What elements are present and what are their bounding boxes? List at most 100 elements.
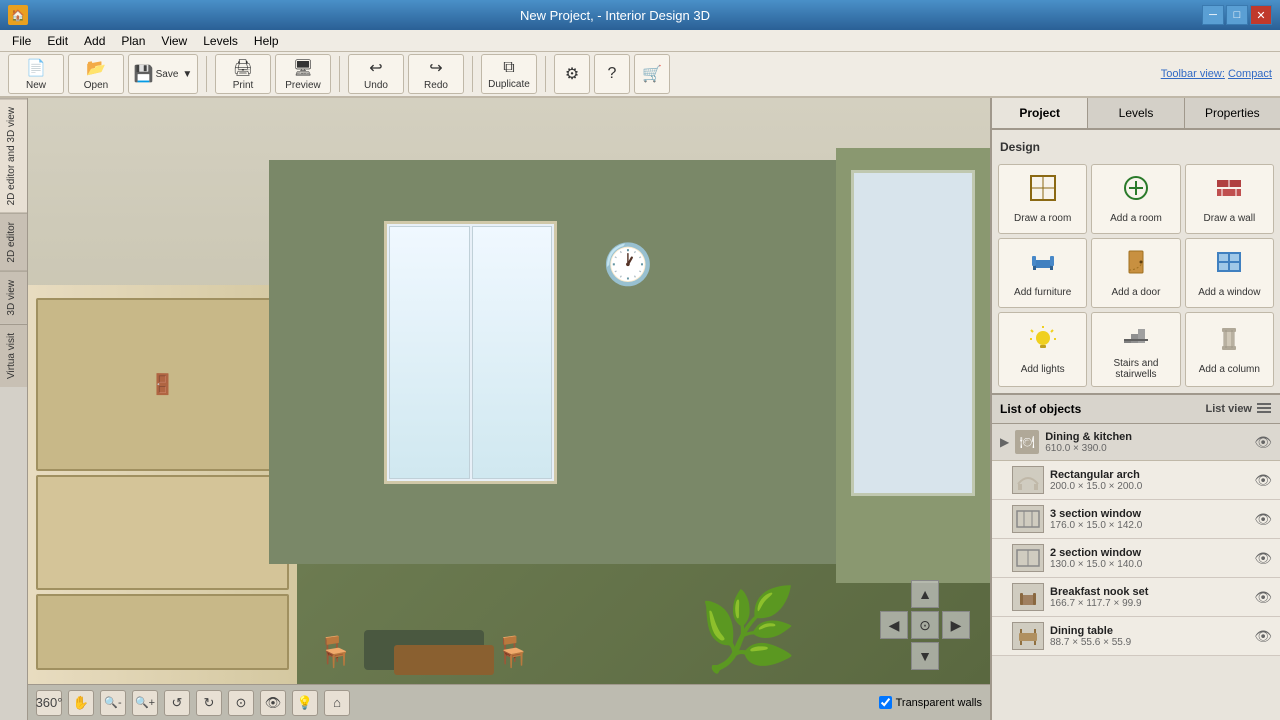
preview-button[interactable]: 🖥 Preview (275, 54, 331, 94)
print-icon: 🖨 (233, 58, 253, 78)
visibility-toggle-2window[interactable]: 👁 (1254, 550, 1272, 567)
list-item-breakfast-nook[interactable]: Breakfast nook set 166.7 × 117.7 × 99.9 … (992, 578, 1280, 617)
add-lights-button[interactable]: Add lights (998, 312, 1087, 387)
transparent-walls-checkbox[interactable] (879, 696, 892, 709)
tab-levels[interactable]: Levels (1088, 98, 1184, 128)
pan-button[interactable]: ✋ (68, 690, 94, 716)
visibility-toggle-3window[interactable]: 👁 (1254, 511, 1272, 528)
category-dining-kitchen[interactable]: ▶ 🍽 Dining & kitchen 610.0 × 390.0 👁 (992, 424, 1280, 461)
add-column-button[interactable]: Add a column (1185, 312, 1274, 387)
tab-project[interactable]: Project (992, 98, 1088, 128)
menu-view[interactable]: View (153, 32, 195, 50)
visibility-toggle-dining[interactable]: 👁 (1254, 434, 1272, 451)
item-thumbnail-3window (1012, 505, 1044, 533)
tab-virtual[interactable]: Virtua visit (0, 324, 27, 387)
store-button[interactable]: 🛒 (634, 54, 670, 94)
orbit-button[interactable]: ↺ (164, 690, 190, 716)
add-lights-icon (1029, 325, 1057, 360)
close-button[interactable]: ✕ (1250, 5, 1272, 25)
menu-levels[interactable]: Levels (195, 32, 246, 50)
tab-2d3d[interactable]: 2D editor and 3D view (0, 98, 27, 213)
maximize-button[interactable]: □ (1226, 5, 1248, 25)
item-thumbnail-2window (1012, 544, 1044, 572)
visibility-toggle-arch[interactable]: 👁 (1254, 472, 1272, 489)
save-button[interactable]: 💾 Save ▼ (128, 54, 198, 94)
open-button[interactable]: 📂 Open (68, 54, 124, 94)
list-view-button[interactable]: List view (1206, 401, 1272, 417)
nav-left-button[interactable]: ◀ (880, 611, 908, 639)
coffee-table (394, 645, 494, 675)
list-item-rectangular-arch[interactable]: Rectangular arch 200.0 × 15.0 × 200.0 👁 (992, 461, 1280, 500)
menu-edit[interactable]: Edit (39, 32, 76, 50)
gear-icon: ⚙ (565, 64, 579, 84)
design-title: Design (998, 136, 1274, 158)
counter (36, 475, 289, 590)
undo-button[interactable]: ↩ Undo (348, 54, 404, 94)
navigation-controls: ▲ ◀ ⊙ ▶ ▼ (880, 580, 970, 670)
item-thumbnail-arch (1012, 466, 1044, 494)
redo-icon: ↪ (429, 58, 442, 78)
section-button[interactable]: ⊙ (228, 690, 254, 716)
add-door-button[interactable]: Add a door (1091, 238, 1180, 308)
tab-properties[interactable]: Properties (1185, 98, 1280, 128)
add-window-button[interactable]: Add a window (1185, 238, 1274, 308)
minimize-button[interactable]: ─ (1202, 5, 1224, 25)
nav-down-button[interactable]: ▼ (911, 642, 939, 670)
menu-file[interactable]: File (4, 32, 39, 50)
list-view-icon (1256, 401, 1272, 417)
nav-up-button[interactable]: ▲ (911, 580, 939, 608)
list-item-2-section-window[interactable]: 2 section window 130.0 × 15.0 × 140.0 👁 (992, 539, 1280, 578)
zoom-out-button[interactable]: 🔍- (100, 690, 126, 716)
nav-center-button[interactable]: ⊙ (911, 611, 939, 639)
settings-button[interactable]: ⚙ (554, 54, 590, 94)
compact-link[interactable]: Compact (1228, 68, 1272, 80)
viewport[interactable]: 🔆 🚪 🕐 🌿 (28, 98, 990, 720)
360-view-button[interactable]: 360° (36, 690, 62, 716)
store-icon: 🛒 (642, 64, 662, 84)
objects-list[interactable]: ▶ 🍽 Dining & kitchen 610.0 × 390.0 👁 Rec… (992, 424, 1280, 720)
menu-help[interactable]: Help (246, 32, 287, 50)
tab-2d[interactable]: 2D editor (0, 213, 27, 271)
window-title: New Project, - Interior Design 3D (28, 8, 1202, 23)
zoom-in-button[interactable]: 🔍+ (132, 690, 158, 716)
menu-plan[interactable]: Plan (113, 32, 153, 50)
add-room-button[interactable]: Add a room (1091, 164, 1180, 234)
toolbar-separator-4 (545, 56, 546, 92)
list-item-dining-table[interactable]: Dining table 88.7 × 55.6 × 55.9 👁 (992, 617, 1280, 656)
expand-icon: ▶ (1000, 435, 1009, 449)
window-controls: ─ □ ✕ (1202, 5, 1272, 25)
walkthrough-button[interactable]: 👁 (260, 690, 286, 716)
duplicate-button[interactable]: ⧉ Duplicate (481, 54, 537, 94)
preview-icon: 🖥 (293, 58, 313, 78)
item-info-3window: 3 section window 176.0 × 15.0 × 142.0 (1050, 508, 1248, 531)
home-button[interactable]: ⌂ (324, 690, 350, 716)
visibility-toggle-dining-table[interactable]: 👁 (1254, 628, 1272, 645)
save-dropdown-icon[interactable]: ▼ (182, 69, 192, 80)
furniture-area: 🪑 🪑 (317, 630, 750, 670)
transparent-walls-label[interactable]: Transparent walls (896, 697, 982, 709)
item-info-breakfast: Breakfast nook set 166.7 × 117.7 × 99.9 (1050, 586, 1248, 609)
stairs-button[interactable]: Stairs and stairwells (1091, 312, 1180, 387)
item-thumbnail-breakfast (1012, 583, 1044, 611)
toolbar-separator-3 (472, 56, 473, 92)
toolbar-separator-2 (339, 56, 340, 92)
draw-wall-button[interactable]: Draw a wall (1185, 164, 1274, 234)
rotate-button[interactable]: ↻ (196, 690, 222, 716)
add-furniture-button[interactable]: Add furniture (998, 238, 1087, 308)
print-button[interactable]: 🖨 Print (215, 54, 271, 94)
help-button[interactable]: ? (594, 54, 630, 94)
new-button[interactable]: 📄 New (8, 54, 64, 94)
draw-room-button[interactable]: Draw a room (998, 164, 1087, 234)
right-window (851, 170, 974, 497)
tab-3d[interactable]: 3D view (0, 271, 27, 324)
redo-button[interactable]: ↪ Redo (408, 54, 464, 94)
light-button[interactable]: 💡 (292, 690, 318, 716)
nav-right-button[interactable]: ▶ (942, 611, 970, 639)
stairs-icon (1122, 319, 1150, 354)
add-room-icon (1122, 174, 1150, 209)
toolbar-view-label: Toolbar view: Compact (1161, 68, 1272, 80)
menu-add[interactable]: Add (76, 32, 113, 50)
transparent-walls-control: Transparent walls (879, 696, 982, 709)
list-item-3-section-window[interactable]: 3 section window 176.0 × 15.0 × 142.0 👁 (992, 500, 1280, 539)
visibility-toggle-breakfast[interactable]: 👁 (1254, 589, 1272, 606)
